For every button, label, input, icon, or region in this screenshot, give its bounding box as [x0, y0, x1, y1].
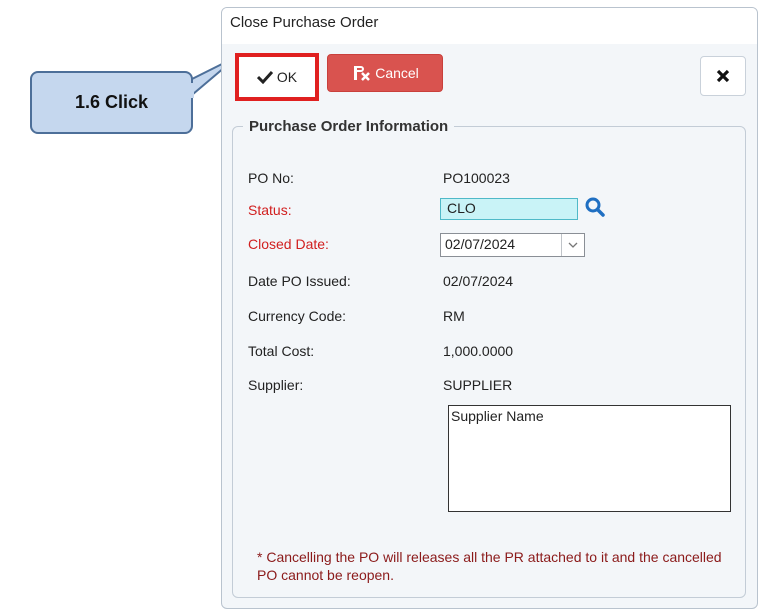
ok-button-label: OK — [276, 69, 298, 85]
currency-value: RM — [443, 308, 465, 324]
closed-date-value: 02/07/2024 — [445, 236, 516, 252]
closed-date-label: Closed Date: — [248, 236, 329, 252]
dialog-title: Close Purchase Order — [222, 8, 757, 44]
close-x-icon — [716, 69, 730, 83]
supplier-name-text: Supplier Name — [451, 408, 544, 424]
close-button[interactable] — [700, 56, 746, 96]
po-no-value: PO100023 — [443, 170, 510, 186]
supplier-label: Supplier: — [248, 377, 304, 393]
currency-label: Currency Code: — [248, 308, 347, 324]
supplier-value: SUPPLIER — [443, 377, 513, 393]
total-cost-label: Total Cost: — [248, 343, 315, 359]
cancel-warning-note: * Cancelling the PO will releases all th… — [257, 549, 722, 583]
cancel-button[interactable]: Cancel — [327, 54, 443, 92]
close-purchase-order-dialog: Close Purchase Order OK Cancel Purchase … — [221, 7, 758, 609]
cancel-doc-icon — [354, 66, 371, 81]
cancel-button-label: Cancel — [375, 65, 419, 81]
date-issued-value: 02/07/2024 — [443, 273, 514, 289]
status-label: Status: — [248, 202, 292, 218]
total-cost-value: 1,000.0000 — [443, 343, 514, 359]
closed-date-picker[interactable]: 02/07/2024 — [440, 233, 585, 257]
checkmark-icon — [256, 70, 273, 84]
supplier-name-box: Supplier Name — [448, 405, 731, 512]
chevron-down-icon[interactable] — [561, 234, 584, 256]
status-field[interactable]: CLO — [440, 198, 578, 220]
search-icon[interactable] — [584, 196, 606, 218]
po-no-label: PO No: — [248, 170, 294, 186]
ok-button[interactable]: OK — [235, 53, 319, 101]
date-issued-label: Date PO Issued: — [248, 273, 351, 289]
section-title: Purchase Order Information — [249, 118, 449, 135]
